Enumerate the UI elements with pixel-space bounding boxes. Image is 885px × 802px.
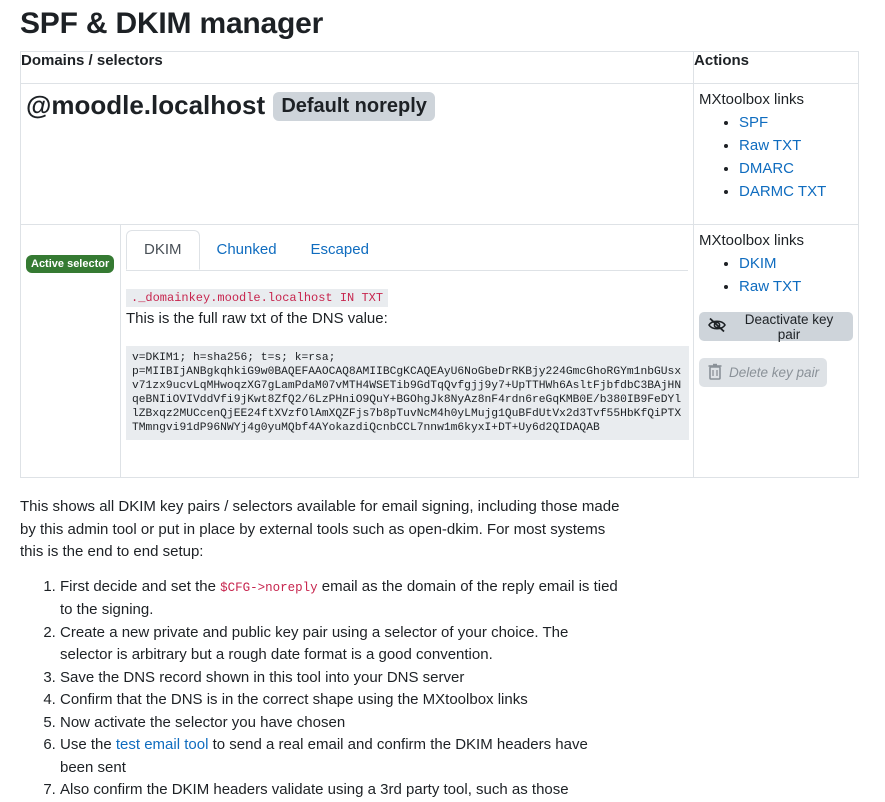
raw-txt-link[interactable]: Raw TXT [739,137,801,154]
list-item: Raw TXT [739,134,853,157]
eye-slash-icon [707,317,727,336]
deactivate-label: Deactivate key pair [744,311,834,342]
mxtoolbox-label: MXtoolbox links [699,91,805,108]
list-item: Now activate the selector you have chose… [60,712,620,735]
tab-chunked[interactable]: Chunked [200,230,294,270]
darmc-txt-link[interactable]: DARMC TXT [739,183,826,200]
step-text: First decide and set the [60,577,221,595]
trash-icon [707,363,723,383]
raw-txt-link[interactable]: Raw TXT [739,278,801,295]
dns-txt-value: v=DKIM1; h=sha256; t=s; k=rsa; p=MIIBIjA… [126,346,689,440]
step-text: Use the [60,736,116,753]
col-header-domains: Domains / selectors [19,51,695,84]
cfg-noreply-code: $CFG->noreply [220,580,318,595]
col-header-actions: Actions [693,51,860,84]
list-item: DARMC TXT [739,180,853,203]
active-selector-badge: Active selector [26,255,115,273]
deactivate-key-pair-button[interactable]: Deactivate key pair [699,311,854,342]
selector-detail-cell: DKIM Chunked Escaped ._domainkey.moodle.… [119,224,695,478]
selector-links: DKIM Raw TXT [699,252,853,298]
list-item: SPF [739,111,853,134]
keys-table: Domains / selectors Actions @moodle.loca… [19,51,860,478]
list-item: Also confirm the DKIM headers validate u… [60,779,620,802]
record-tabs: DKIM Chunked Escaped [126,230,689,271]
default-noreply-badge: Default noreply [273,92,435,121]
domain-name: @moodle.localhost [26,90,266,120]
list-item: Create a new private and public key pair… [60,622,620,667]
dkim-link[interactable]: DKIM [739,255,777,272]
test-email-tool-link[interactable]: test email tool [116,736,209,753]
dmarc-link[interactable]: DMARC [739,160,794,177]
list-item: Raw TXT [739,275,853,298]
list-item: Save the DNS record shown in this tool i… [60,667,620,690]
delete-label: Delete key pair [729,365,820,380]
setup-steps: First decide and set the $CFG->noreply e… [20,576,620,802]
list-item: Use the test email tool to send a real e… [60,734,620,779]
page: SPF & DKIM manager Domains / selectors A… [0,0,885,802]
list-item: First decide and set the $CFG->noreply e… [60,576,620,622]
spf-link[interactable]: SPF [739,114,768,131]
intro-text: This shows all DKIM key pairs / selector… [20,498,620,560]
domain-cell: @moodle.localhost Default noreply [19,83,695,225]
domain-links: SPF Raw TXT DMARC DARMC TXT [699,111,853,203]
tab-escaped[interactable]: Escaped [294,230,386,270]
dns-record-name: ._domainkey.moodle.localhost IN TXT [126,289,389,307]
selector-actions: MXtoolbox links DKIM Raw TXT Deactivate … [693,224,860,478]
mxtoolbox-label: MXtoolbox links [699,232,805,249]
selector-status-cell: Active selector [20,224,121,478]
list-item: DKIM [739,252,853,275]
tab-dkim[interactable]: DKIM [126,230,200,270]
list-item: Confirm that the DNS is in the correct s… [60,689,620,712]
domain-actions: MXtoolbox links SPF Raw TXT DMARC DARMC … [693,83,860,225]
page-title: SPF & DKIM manager [20,7,324,40]
delete-key-pair-button[interactable]: Delete key pair [699,358,828,387]
raw-txt-description: This is the full raw txt of the DNS valu… [126,310,388,327]
list-item: DMARC [739,157,853,180]
